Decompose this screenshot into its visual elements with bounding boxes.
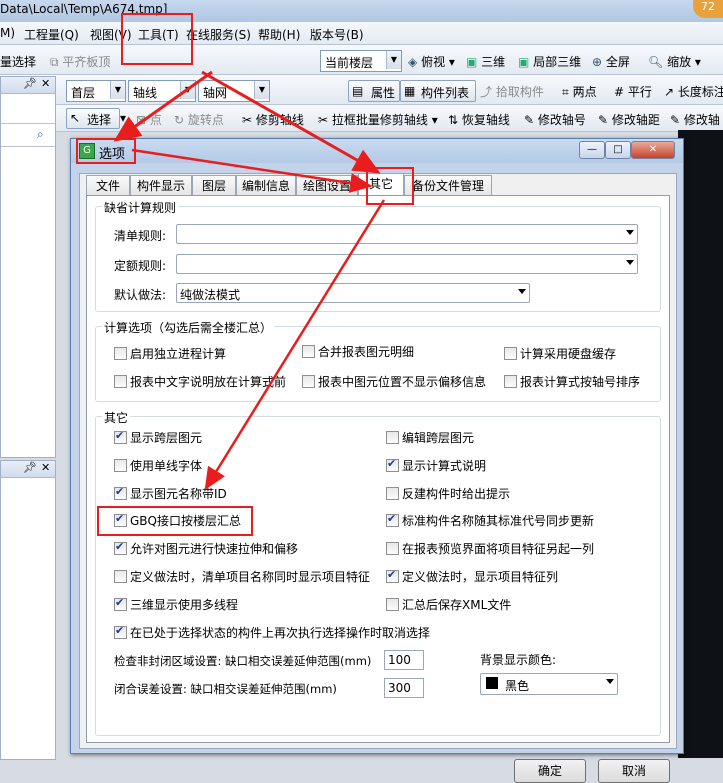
arrow-to-other-tab [201,70,381,174]
arrow-title-to-tab [131,148,373,193]
cancel-button[interactable]: 取消 [598,759,670,783]
arrow-to-gbq-option [204,199,386,491]
annotation-arrows [113,70,386,491]
ok-button[interactable]: 确定 [514,759,586,783]
arrow-to-dialog [113,70,213,142]
